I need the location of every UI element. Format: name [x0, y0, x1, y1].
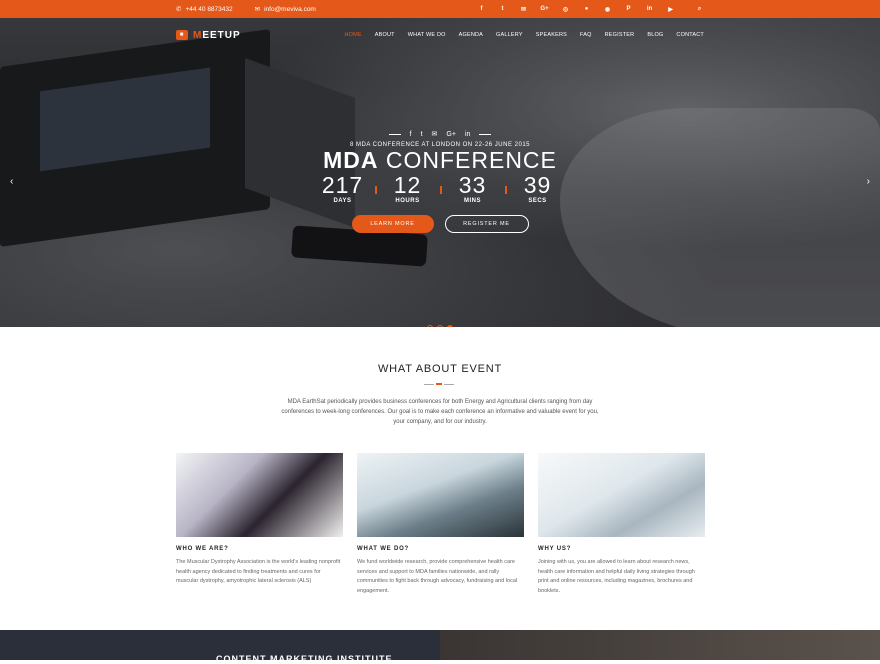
search-icon[interactable]: ⌕ — [695, 5, 704, 14]
card-text: Joining with us, you are allowed to lear… — [538, 559, 695, 594]
card-image[interactable] — [357, 453, 524, 537]
card-heading: WHY US? — [538, 546, 572, 552]
email-address: info@meviva.com — [264, 5, 316, 13]
linkedin-icon[interactable]: in — [645, 5, 654, 14]
twitter-icon[interactable]: t — [498, 5, 507, 14]
countdown-timer: 217 DAYS 12 HOURS 33 MINS 39 SECS — [0, 172, 880, 204]
bottom-section: CONTENT MARKETING INSTITUTE — [0, 630, 880, 664]
content-marketing-panel: CONTENT MARKETING INSTITUTE — [0, 630, 440, 664]
about-section: WHAT ABOUT EVENT MDA EarthSat periodical… — [0, 327, 880, 630]
card-text: We fund worldwide research, provide comp… — [357, 559, 518, 594]
site-logo[interactable]: ■ MEETUP — [176, 30, 241, 41]
countdown-days: 217 DAYS — [310, 172, 375, 204]
nav-item-agenda[interactable]: AGENDA — [459, 32, 483, 38]
dribbble-icon[interactable]: ◉ — [603, 5, 612, 14]
bottom-title: CONTENT MARKETING INSTITUTE — [216, 654, 393, 664]
phone-contact[interactable]: ✆ +44 40 8873432 — [176, 5, 233, 14]
nav-item-faq[interactable]: FAQ — [580, 32, 592, 38]
phone-number: +44 40 8873432 — [185, 5, 233, 13]
title-divider — [424, 383, 454, 385]
section-intro: MDA EarthSat periodically provides busin… — [281, 399, 599, 425]
instagram-icon[interactable]: ◎ — [561, 5, 570, 14]
mail-icon[interactable]: ✉ — [432, 130, 438, 138]
nav-item-about[interactable]: ABOUT — [375, 32, 395, 38]
nav-item-blog[interactable]: BLOG — [647, 32, 663, 38]
phone-icon: ✆ — [176, 6, 182, 13]
countdown-mins: 33 MINS — [440, 172, 505, 204]
card-why-us: WHY US? Joining with us, you are allowed… — [538, 453, 705, 596]
hero-title: MDA CONFERENCE — [323, 147, 557, 173]
card-image[interactable] — [176, 453, 343, 537]
facebook-icon[interactable]: f — [410, 131, 412, 138]
countdown-label: SECS — [528, 198, 547, 204]
prev-slide-arrow-icon[interactable]: ‹ — [10, 176, 13, 187]
nav-item-contact[interactable]: CONTACT — [676, 32, 704, 38]
hero-slider: ■ MEETUP HOME ABOUT WHAT WE DO AGENDA GALLER… — [0, 18, 880, 327]
nav-item-speakers[interactable]: SPEAKERS — [536, 32, 567, 38]
card-image[interactable] — [538, 453, 705, 537]
card-text: The Muscular Dystrophy Association is th… — [176, 559, 341, 584]
linkedin-icon[interactable]: in — [465, 131, 470, 138]
countdown-label: DAYS — [333, 198, 352, 204]
countdown-label: HOURS — [395, 198, 420, 204]
facebook-icon[interactable]: f — [477, 5, 486, 14]
flickr-icon[interactable]: ● — [582, 5, 591, 14]
nav-item-register[interactable]: REGISTER — [605, 32, 635, 38]
learn-more-button[interactable]: LEARN MORE — [351, 215, 434, 233]
logo-mark-icon: ■ — [176, 30, 188, 40]
mail-icon: ✉ — [254, 6, 261, 13]
next-slide-arrow-icon[interactable]: › — [867, 176, 870, 187]
countdown-value: 217 — [321, 172, 364, 198]
countdown-label: MINS — [464, 198, 481, 204]
countdown-secs: 39 SECS — [505, 172, 570, 204]
card-heading: WHAT WE DO? — [357, 546, 410, 552]
email-contact[interactable]: ✉ info@meviva.com — [254, 5, 316, 14]
countdown-value: 33 — [458, 172, 487, 198]
countdown-value: 39 — [523, 172, 552, 198]
youtube-icon[interactable]: ▶ — [666, 5, 675, 14]
twitter-icon[interactable]: t — [421, 131, 423, 138]
register-me-button[interactable]: REGISTER ME — [444, 215, 529, 233]
nav-item-gallery[interactable]: GALLERY — [496, 32, 523, 38]
nav-item-home[interactable]: HOME — [344, 32, 361, 38]
nav-item-what-we-do[interactable]: WHAT WE DO — [408, 32, 446, 38]
card-what-we-do: WHAT WE DO? We fund worldwide research, … — [357, 453, 524, 596]
hero-social-links: f t ✉ G+ in — [0, 130, 880, 138]
card-heading: WHO WE ARE? — [176, 546, 229, 552]
section-title: WHAT ABOUT EVENT — [377, 363, 503, 375]
nav-menu: HOME ABOUT WHAT WE DO AGENDA GALLERY SPEAKERS… — [344, 32, 704, 38]
pinterest-icon[interactable]: P — [624, 5, 633, 14]
countdown-hours: 12 HOURS — [375, 172, 440, 204]
google-plus-icon[interactable]: G+ — [446, 131, 456, 138]
top-social-links: f t ✉ G+ ◎ ● ◉ Pin ▶ ⌕ — [477, 5, 704, 14]
top-bar: ✆ +44 40 8873432 ✉ info@meviva.com f t ✉ G+… — [0, 0, 880, 18]
card-who-we-are: WHO WE ARE? The Muscular Dystrophy Assoc… — [176, 453, 343, 596]
bottom-image — [440, 630, 880, 660]
google-plus-icon[interactable]: G+ — [540, 5, 549, 14]
mail-icon[interactable]: ✉ — [519, 5, 528, 14]
main-nav: ■ MEETUP HOME ABOUT WHAT WE DO AGENDA GALLER… — [176, 18, 704, 52]
countdown-value: 12 — [393, 172, 422, 198]
